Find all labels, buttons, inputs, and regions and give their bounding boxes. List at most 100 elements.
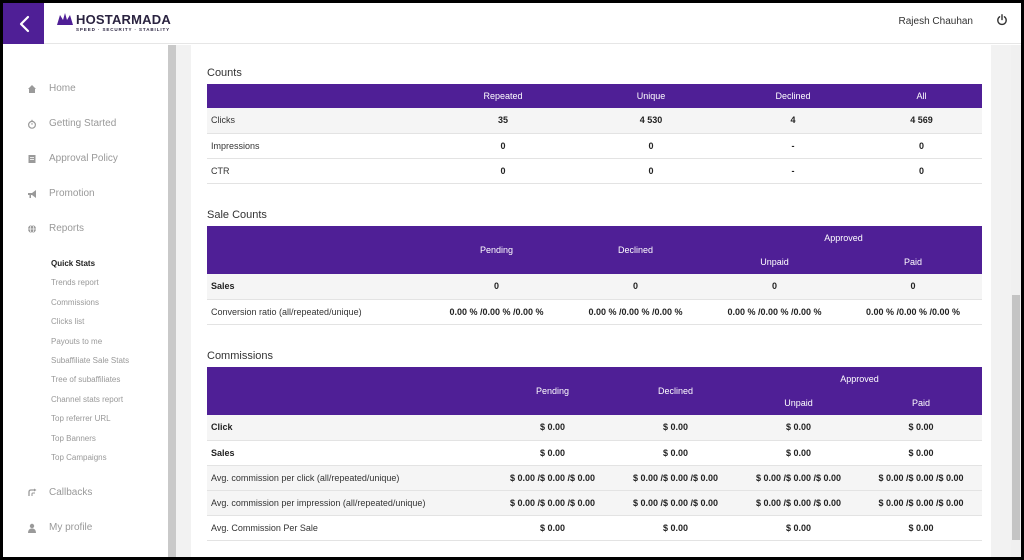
table-cell: $ 0.00 bbox=[737, 515, 860, 541]
brand-tagline: SPEED · SECURITY · STABILITY bbox=[76, 27, 171, 32]
table-cell: 4 530 bbox=[577, 108, 725, 134]
brand-logo[interactable]: HOSTARMADA SPEED · SECURITY · STABILITY bbox=[57, 13, 171, 32]
sidebar-subitem-top-banners[interactable]: Top Banners bbox=[51, 434, 96, 443]
sidebar-item-reports[interactable]: Reports bbox=[27, 223, 84, 234]
table-cell: $ 0.00 /$ 0.00 /$ 0.00 bbox=[614, 490, 737, 516]
sidebar-item-label: Approval Policy bbox=[49, 153, 118, 164]
table-cell: $ 0.00 /$ 0.00 /$ 0.00 bbox=[737, 490, 860, 516]
table-cell: 0 bbox=[429, 133, 577, 159]
sidebar-item-label: Home bbox=[49, 83, 76, 94]
table-cell: 4 bbox=[725, 108, 861, 134]
sidebar-subitem-subaffiliate-sale-stats[interactable]: Subaffiliate Sale Stats bbox=[51, 356, 129, 365]
table-cell: - bbox=[725, 133, 861, 159]
sidebar-item-label: Getting Started bbox=[49, 118, 117, 129]
sidebar-subitem-quick-stats[interactable]: Quick Stats bbox=[51, 259, 95, 268]
sidebar-scrollbar[interactable] bbox=[168, 45, 176, 557]
home-icon bbox=[27, 84, 37, 94]
table-cell: $ 0.00 bbox=[860, 515, 982, 541]
back-button[interactable] bbox=[3, 3, 44, 44]
table-cell: Avg. commission per impression (all/repe… bbox=[207, 490, 491, 516]
table-header: Declined bbox=[566, 226, 705, 274]
table-cell: $ 0.00 /$ 0.00 /$ 0.00 bbox=[737, 465, 860, 491]
table-cell: $ 0.00 /$ 0.00 /$ 0.00 bbox=[614, 465, 737, 491]
sidebar-subitem-channel-stats-report[interactable]: Channel stats report bbox=[51, 395, 123, 404]
sidebar-subitem-tree-of-subaffiliates[interactable]: Tree of subaffiliates bbox=[51, 375, 120, 384]
table-cell: 0 bbox=[577, 133, 725, 159]
table-cell: Sales bbox=[207, 440, 491, 466]
sidebar-item-promotion[interactable]: Promotion bbox=[27, 188, 95, 199]
logout-button[interactable] bbox=[995, 13, 1009, 27]
power-icon bbox=[997, 14, 1007, 26]
table-row: Sales 0 0 0 0 bbox=[207, 274, 982, 300]
sidebar-item-label: Callbacks bbox=[49, 487, 93, 498]
commissions-table: Pending Declined Approved Unpaid Paid Cl… bbox=[207, 367, 982, 541]
sidebar-item-label: My profile bbox=[49, 522, 93, 533]
scrollbar-thumb[interactable] bbox=[1012, 295, 1020, 540]
table-header: Pending bbox=[491, 367, 614, 415]
stopwatch-icon bbox=[27, 119, 37, 129]
table-header: Approved bbox=[737, 367, 982, 391]
commissions-title: Commissions bbox=[207, 350, 274, 362]
table-row: Conversion ratio (all/repeated/unique) 0… bbox=[207, 299, 982, 325]
document-icon bbox=[27, 154, 37, 164]
top-header: HOSTARMADA SPEED · SECURITY · STABILITY … bbox=[0, 0, 1024, 44]
table-cell: 0 bbox=[566, 274, 705, 300]
sidebar-item-approval-policy[interactable]: Approval Policy bbox=[27, 153, 118, 164]
table-header: All bbox=[861, 84, 982, 108]
sidebar-subitem-top-referrer-url[interactable]: Top referrer URL bbox=[51, 414, 111, 423]
chevron-left-icon bbox=[19, 15, 29, 32]
table-cell: 0.00 % /0.00 % /0.00 % bbox=[566, 299, 705, 325]
table-cell: $ 0.00 bbox=[614, 515, 737, 541]
user-icon bbox=[27, 523, 37, 533]
table-cell: 0 bbox=[429, 158, 577, 184]
user-name[interactable]: Rajesh Chauhan bbox=[899, 16, 974, 27]
table-cell: Sales bbox=[207, 274, 427, 300]
table-header bbox=[207, 367, 491, 415]
sidebar-item-callbacks[interactable]: Callbacks bbox=[27, 487, 92, 498]
sidebar-item-home[interactable]: Home bbox=[27, 83, 76, 94]
table-cell: 0 bbox=[861, 158, 982, 184]
table-cell: Avg. commission per click (all/repeated/… bbox=[207, 465, 491, 491]
table-cell: $ 0.00 /$ 0.00 /$ 0.00 bbox=[491, 465, 614, 491]
table-cell: $ 0.00 bbox=[491, 415, 614, 441]
sidebar-item-my-profile[interactable]: My profile bbox=[27, 522, 92, 533]
sidebar-subitem-trends-report[interactable]: Trends report bbox=[51, 278, 99, 287]
table-row: Impressions 0 0 - 0 bbox=[207, 133, 982, 159]
table-row: CTR 0 0 - 0 bbox=[207, 158, 982, 184]
table-cell: $ 0.00 bbox=[860, 440, 982, 466]
brand-name: HOSTARMADA bbox=[76, 12, 171, 27]
table-cell: $ 0.00 bbox=[860, 415, 982, 441]
table-cell: $ 0.00 bbox=[737, 415, 860, 441]
table-cell: 35 bbox=[429, 108, 577, 134]
table-header-row: Pending Declined Approved bbox=[207, 367, 982, 415]
counts-title: Counts bbox=[207, 67, 242, 79]
table-row: Click $ 0.00 $ 0.00 $ 0.00 $ 0.00 bbox=[207, 415, 982, 441]
table-cell: $ 0.00 bbox=[491, 440, 614, 466]
table-header: Approved bbox=[705, 226, 982, 250]
table-cell: CTR bbox=[207, 158, 429, 184]
table-header bbox=[207, 84, 429, 108]
sale-counts-title: Sale Counts bbox=[207, 209, 267, 221]
table-cell: Impressions bbox=[207, 133, 429, 159]
sidebar-subitem-clicks-list[interactable]: Clicks list bbox=[51, 317, 84, 326]
table-cell: Click bbox=[207, 415, 491, 441]
table-cell: Clicks bbox=[207, 108, 429, 134]
callbacks-icon bbox=[27, 488, 37, 498]
table-header: Unique bbox=[577, 84, 725, 108]
table-cell: 0 bbox=[577, 158, 725, 184]
table-header-row: Repeated Unique Declined All bbox=[207, 84, 982, 108]
sidebar-subitem-top-campaigns[interactable]: Top Campaigns bbox=[51, 453, 107, 462]
table-cell: - bbox=[725, 158, 861, 184]
table-cell: $ 0.00 /$ 0.00 /$ 0.00 bbox=[491, 490, 614, 516]
table-cell: 4 569 bbox=[861, 108, 982, 134]
megaphone-icon bbox=[27, 189, 37, 199]
table-header: Pending bbox=[427, 226, 566, 274]
table-cell: 0 bbox=[427, 274, 566, 300]
table-cell: 0.00 % /0.00 % /0.00 % bbox=[844, 299, 982, 325]
sidebar-item-getting-started[interactable]: Getting Started bbox=[27, 118, 116, 129]
sidebar-subitem-payouts-to-me[interactable]: Payouts to me bbox=[51, 337, 102, 346]
page-scrollbar[interactable] bbox=[1011, 45, 1021, 557]
logo-mark-icon bbox=[57, 13, 73, 25]
sidebar-subitem-commissions[interactable]: Commissions bbox=[51, 298, 99, 307]
globe-icon bbox=[27, 224, 37, 234]
